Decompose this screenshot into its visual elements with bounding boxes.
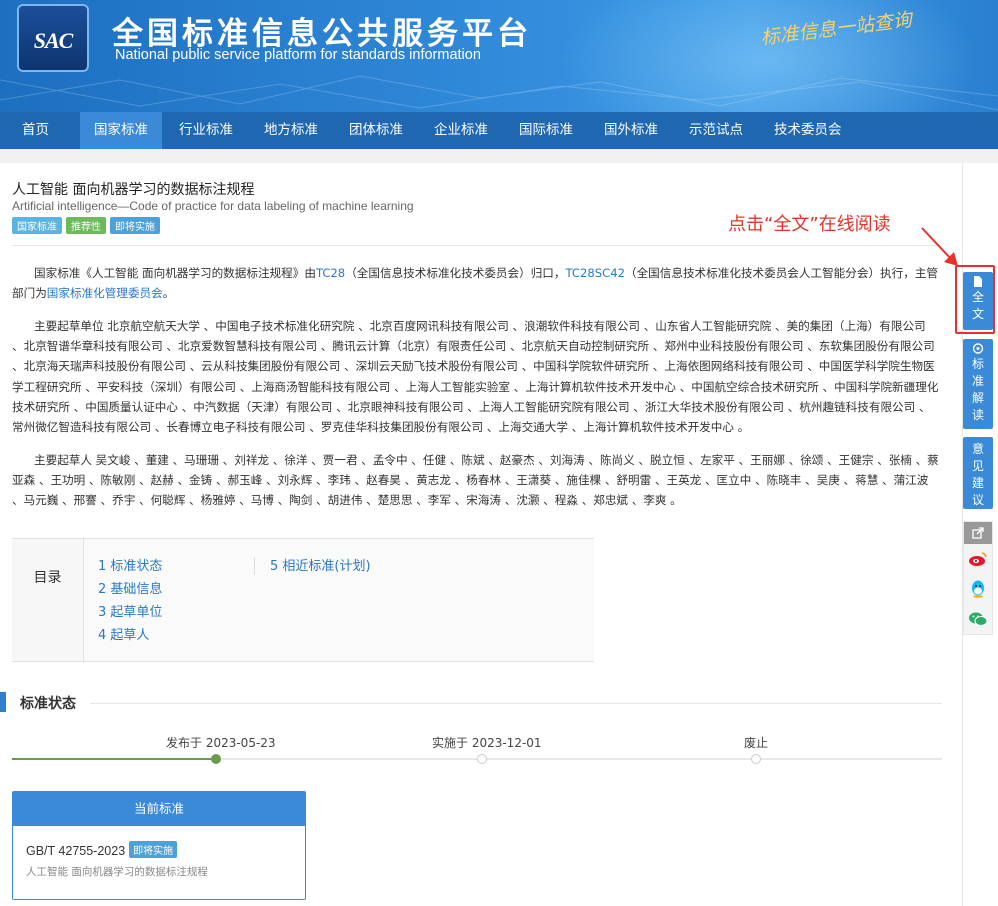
- nav-item-national[interactable]: 国家标准: [80, 112, 162, 149]
- site-header: SAC 全国标准信息公共服务平台 National public service…: [0, 0, 998, 112]
- annotation-text: 点击“全文”在线阅读: [728, 214, 891, 235]
- toc-column-1: 1 标准状态 2 基础信息 3 起草单位 4 起草人: [98, 555, 162, 647]
- site-subtitle: National public service platform for sta…: [115, 47, 481, 63]
- tag-upcoming: 即将实施: [110, 217, 160, 234]
- title-divider: [12, 245, 938, 246]
- status-section-marker: [0, 692, 6, 712]
- weibo-logo-icon: [969, 552, 987, 566]
- status-section-title: 标准状态: [20, 696, 76, 712]
- timeline-implemented-label: 实施于 2023-12-01: [432, 736, 542, 750]
- tag-national: 国家标准: [12, 217, 62, 234]
- document-subtitle: Artificial intelligence—Code of practice…: [12, 199, 414, 213]
- document-tags: 国家标准 推荐性 即将实施: [12, 217, 160, 234]
- full-text-highlight-box: [955, 265, 995, 334]
- annotation-arrow-icon: [921, 227, 958, 266]
- drafters-paragraph: 主要起草人 吴文峻 、董建 、马珊珊 、刘祥龙 、徐洋 、贾一君 、孟令中 、任…: [12, 453, 939, 508]
- current-standard-header: 当前标准: [13, 792, 305, 826]
- toc-separator: [254, 557, 255, 575]
- toc-column-2: 5 相近标准(计划): [270, 555, 371, 578]
- toc-item-status[interactable]: 1 标准状态: [98, 555, 162, 578]
- nav-item-foreign[interactable]: 国外标准: [590, 112, 672, 149]
- tag-recommended: 推荐性: [66, 217, 106, 234]
- intro-text-2: （全国信息技术标准化技术委员会）归口，: [345, 266, 566, 280]
- document-title: 人工智能 面向机器学习的数据标注规程: [12, 182, 255, 198]
- nav-item-committee[interactable]: 技术委员会: [760, 112, 856, 149]
- nav-item-industry[interactable]: 行业标准: [165, 112, 247, 149]
- timeline-progress: [12, 758, 216, 760]
- qq-penguin-icon: [972, 580, 984, 598]
- status-section-line: [90, 703, 942, 704]
- timeline-published-label: 发布于 2023-05-23: [166, 736, 276, 750]
- feedback-button[interactable]: 意见建议: [963, 437, 993, 509]
- share-panel: [963, 521, 993, 635]
- dept-link[interactable]: 国家标准化管理委员会: [47, 286, 163, 300]
- intro-text-4: 。: [162, 286, 175, 301]
- toc-label: 目录: [12, 539, 84, 661]
- standard-name: 人工智能 面向机器学习的数据标注规程: [26, 866, 208, 878]
- intro-text-1: 国家标准《人工智能 面向机器学习的数据标注规程》由: [34, 266, 316, 280]
- toc-item-similar[interactable]: 5 相近标准(计划): [270, 555, 371, 578]
- table-of-contents: 目录 1 标准状态 2 基础信息 3 起草单位 4 起草人 5 相近标准(计划): [12, 538, 594, 662]
- interpretation-label: 标准解读: [971, 357, 984, 422]
- timeline-dot-abolished: [751, 754, 761, 764]
- timeline-dot-published: [211, 754, 221, 764]
- qq-icon[interactable]: [964, 574, 992, 604]
- nav-item-home[interactable]: 首页: [0, 112, 63, 149]
- nav-item-enterprise[interactable]: 企业标准: [420, 112, 502, 149]
- intro-paragraph: 国家标准《人工智能 面向机器学习的数据标注规程》由TC28（全国信息技术标准化技…: [12, 263, 940, 303]
- standard-code: GB/T 42755-2023 即将实施: [26, 841, 178, 858]
- share-icon[interactable]: [964, 522, 992, 544]
- info-circle-icon: [973, 343, 983, 354]
- toc-item-drafting-units[interactable]: 3 起草单位: [98, 601, 162, 624]
- logo-text: SAC: [33, 28, 74, 53]
- standard-status-badge: 即将实施: [129, 841, 178, 858]
- main-content: 人工智能 面向机器学习的数据标注规程 Artificial intelligen…: [0, 163, 962, 906]
- weibo-icon[interactable]: [964, 544, 992, 574]
- toc-item-drafters[interactable]: 4 起草人: [98, 624, 162, 647]
- nav-item-group[interactable]: 团体标准: [335, 112, 417, 149]
- standard-code-text: GB/T 42755-2023: [26, 844, 126, 858]
- current-standard-card[interactable]: 当前标准 GB/T 42755-2023 即将实施 人工智能 面向机器学习的数据标…: [12, 791, 306, 900]
- nav-item-demo[interactable]: 示范试点: [675, 112, 757, 149]
- sac-logo[interactable]: SAC: [17, 4, 89, 72]
- toc-item-basic-info[interactable]: 2 基础信息: [98, 578, 162, 601]
- header-network-graphic: [0, 75, 998, 111]
- main-nav: 首页 国家标准 行业标准 地方标准 团体标准 企业标准 国际标准 国外标准 示范…: [0, 112, 998, 149]
- nav-item-local[interactable]: 地方标准: [250, 112, 332, 149]
- drafting-units-paragraph: 主要起草单位 北京航空航天大学 、中国电子技术标准化研究院 、北京百度网讯科技有…: [12, 319, 939, 435]
- tc28-link[interactable]: TC28: [316, 266, 345, 280]
- interpretation-button[interactable]: 标准解读: [963, 339, 993, 429]
- feedback-label: 意见建议: [971, 442, 984, 507]
- timeline-dot-implemented: [477, 754, 487, 764]
- wechat-icon[interactable]: [964, 604, 992, 634]
- nav-item-international[interactable]: 国际标准: [505, 112, 587, 149]
- tc28sc42-link[interactable]: TC28SC42: [566, 266, 625, 280]
- timeline-abolished-label: 废止: [744, 736, 769, 750]
- wechat-logo-icon: [969, 612, 988, 626]
- share-arrow-icon: [972, 527, 984, 539]
